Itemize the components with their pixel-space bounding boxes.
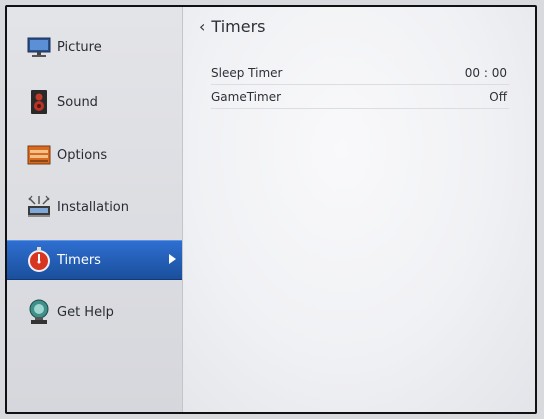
sleep-timer-row[interactable]: Sleep Timer 00 : 00 xyxy=(211,62,509,85)
sidebar-item-label: Timers xyxy=(57,252,101,268)
sidebar-item-label: Installation xyxy=(57,199,130,215)
sidebar-item-label: Picture xyxy=(57,39,102,55)
sidebar-item-label: Options xyxy=(57,147,108,163)
game-timer-row[interactable]: GameTimer Off xyxy=(211,86,509,109)
back-chevron-icon[interactable]: ‹ xyxy=(199,17,205,36)
sleep-timer-value: 00 : 00 xyxy=(464,66,507,80)
game-timer-value: Off xyxy=(489,90,507,104)
game-timer-label: GameTimer xyxy=(211,90,282,104)
stopwatch-icon xyxy=(25,247,53,273)
sidebar-item-label: Sound xyxy=(57,94,98,110)
sidebar-item-sound[interactable]: Sound xyxy=(7,82,182,122)
help-icon xyxy=(25,299,53,325)
sidebar-menu: Picture Sound Options Installation Timer… xyxy=(7,7,183,412)
timers-panel: ‹ Timers Sleep Timer 00 : 00 GameTimer O… xyxy=(183,7,535,412)
sidebar-item-timers[interactable]: Timers xyxy=(7,240,182,280)
sidebar-item-installation[interactable]: Installation xyxy=(7,187,182,227)
speaker-icon xyxy=(25,89,53,115)
sidebar-item-options[interactable]: Options xyxy=(7,135,182,175)
sidebar-item-picture[interactable]: Picture xyxy=(7,27,182,67)
monitor-icon xyxy=(25,34,53,60)
sidebar-item-get-help[interactable]: Get Help xyxy=(7,292,182,332)
tv-screen: Picture Sound Options Installation Timer… xyxy=(5,5,537,414)
panel-header: ‹ Timers xyxy=(199,17,265,36)
antenna-icon xyxy=(25,194,53,220)
chevron-right-icon xyxy=(169,254,176,264)
options-icon xyxy=(25,142,53,168)
sidebar-item-label: Get Help xyxy=(57,304,114,320)
page-title: Timers xyxy=(211,17,266,36)
sleep-timer-label: Sleep Timer xyxy=(211,66,283,80)
